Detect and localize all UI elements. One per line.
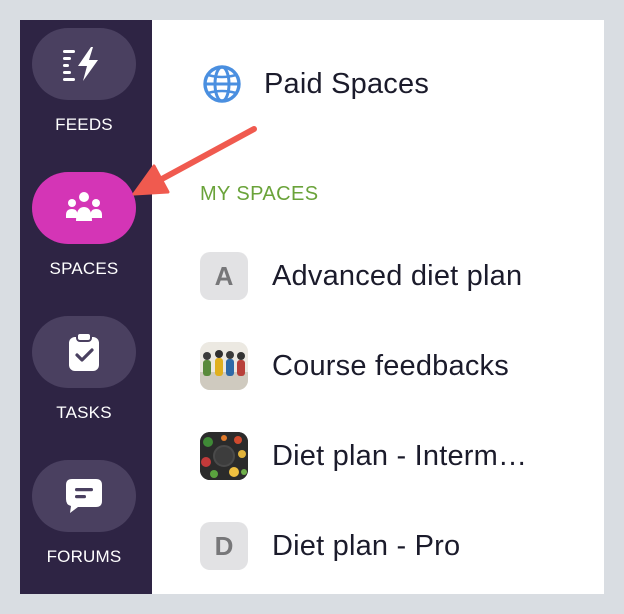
tasks-button[interactable]: [32, 316, 136, 388]
spaces-button[interactable]: [32, 172, 136, 244]
forums-button[interactable]: [32, 460, 136, 532]
space-item-label: Diet plan - Interm…: [272, 439, 528, 472]
space-avatar-photo-icon: [200, 432, 248, 480]
space-avatar-letter: D: [200, 522, 248, 570]
paid-spaces-label: Paid Spaces: [264, 67, 430, 100]
sidebar-item-spaces[interactable]: SPACES: [20, 164, 148, 304]
sidebar-item-label: SPACES: [49, 259, 119, 278]
space-item[interactable]: D Diet plan - Pro: [200, 522, 460, 570]
chat-bubble-icon: [66, 479, 102, 513]
globe-icon: [203, 65, 241, 103]
space-avatar-photo-icon: [200, 342, 248, 390]
space-item-label: Advanced diet plan: [272, 259, 523, 292]
sidebar-item-label: FORUMS: [46, 547, 122, 566]
sidebar-item-tasks[interactable]: TASKS: [20, 308, 148, 448]
space-item-label: Diet plan - Pro: [272, 529, 461, 562]
section-title-my-spaces: MY SPACES: [200, 183, 319, 205]
clipboard-check-icon: [69, 332, 99, 371]
sidebar-item-label: TASKS: [56, 403, 112, 422]
sidebar-item-label: FEEDS: [55, 115, 113, 134]
space-item[interactable]: A Advanced diet plan: [200, 252, 522, 300]
sidebar-item-forums[interactable]: FORUMS: [20, 452, 148, 592]
space-item-label: Course feedbacks: [272, 349, 509, 382]
space-avatar-letter: A: [200, 252, 248, 300]
feeds-button[interactable]: [32, 28, 136, 100]
sidebar-item-feeds[interactable]: FEEDS: [20, 20, 148, 160]
sidebar: FEEDS SPACES TASKS FORUMS: [20, 20, 152, 594]
space-item[interactable]: Diet plan - Interm…: [200, 432, 527, 480]
paid-spaces-link[interactable]: Paid Spaces: [202, 64, 429, 104]
feeds-bolt-icon: [63, 47, 98, 81]
space-item[interactable]: Course feedbacks: [200, 342, 509, 390]
spaces-panel: Paid Spaces MY SPACES A Advanced diet pl…: [152, 20, 604, 594]
app-window: FEEDS SPACES TASKS FORUMS Paid Spaces MY…: [20, 20, 604, 594]
spaces-people-icon: [66, 192, 102, 221]
